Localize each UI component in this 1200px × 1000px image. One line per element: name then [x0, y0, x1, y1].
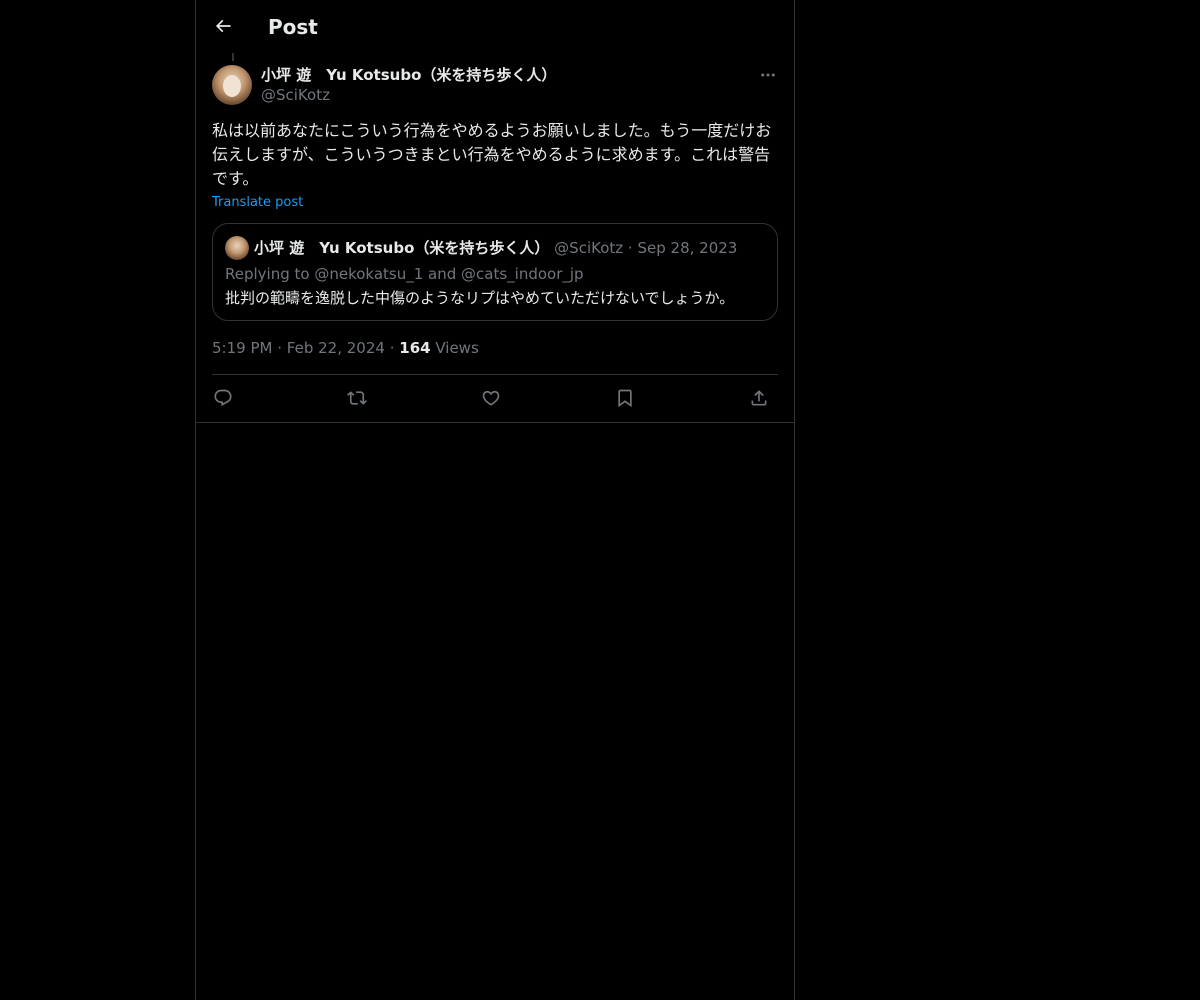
views-label: Views	[435, 339, 479, 357]
like-button[interactable]	[476, 383, 506, 413]
more-options-button[interactable]	[756, 66, 780, 84]
thread-connector-line	[232, 53, 234, 61]
repost-button[interactable]	[342, 383, 372, 413]
post-metadata: 5:19 PM · Feb 22, 2024 · 164 Views	[212, 338, 479, 358]
author-display-name[interactable]: 小坪 遊 Yu Kotsubo（米を持ち歩く人）	[261, 65, 556, 85]
quote-display-name: 小坪 遊 Yu Kotsubo（米を持ち歩く人）	[254, 239, 550, 257]
quote-separator: ·	[627, 239, 633, 257]
quoted-post-card[interactable]: 小坪 遊 Yu Kotsubo（米を持ち歩く人） @SciKotz · Sep …	[212, 223, 778, 321]
divider	[212, 374, 778, 375]
views-count: 164	[399, 339, 431, 357]
tweet-text: 私は以前あなたにこういう行為をやめるようお願いしました。もう一度だけお伝えします…	[212, 121, 772, 188]
post-time[interactable]: 5:19 PM	[212, 339, 272, 357]
page-title: Post	[268, 15, 318, 39]
author-block: 小坪 遊 Yu Kotsubo（米を持ち歩く人） @SciKotz	[261, 65, 556, 105]
reply-button[interactable]	[208, 383, 238, 413]
arrow-left-icon	[213, 16, 233, 36]
avatar[interactable]	[212, 65, 252, 105]
primary-column: Post 小坪 遊 Yu Kotsubo（米を持ち歩く人） @SciKotz 私…	[195, 0, 795, 1000]
share-button[interactable]	[744, 383, 774, 413]
page-header: Post	[196, 0, 794, 53]
post-date[interactable]: Feb 22, 2024	[287, 339, 385, 357]
quote-avatar	[225, 236, 249, 260]
action-bar	[212, 383, 778, 413]
more-dots-icon	[759, 66, 777, 84]
author-handle[interactable]: @SciKotz	[261, 85, 556, 105]
reply-icon	[213, 388, 233, 408]
bookmark-button[interactable]	[610, 383, 640, 413]
share-icon	[749, 388, 769, 408]
divider	[196, 422, 794, 423]
back-button[interactable]	[208, 11, 238, 41]
meta-separator: ·	[277, 339, 283, 357]
repost-icon	[347, 388, 367, 408]
quote-date: Sep 28, 2023	[637, 239, 738, 257]
quote-header: 小坪 遊 Yu Kotsubo（米を持ち歩く人） @SciKotz · Sep …	[254, 238, 737, 258]
meta-separator: ·	[389, 339, 395, 357]
quote-replying-to: Replying to @nekokatsu_1 and @cats_indoo…	[225, 265, 584, 283]
translate-post-link[interactable]: Translate post	[212, 194, 303, 212]
quote-text: 批判の範疇を逸脱した中傷のようなリプはやめていただけないでしょうか。	[225, 289, 735, 307]
heart-icon	[481, 388, 501, 408]
quote-handle: @SciKotz	[554, 239, 624, 257]
bookmark-icon	[615, 388, 635, 408]
avatar-face	[223, 75, 241, 97]
